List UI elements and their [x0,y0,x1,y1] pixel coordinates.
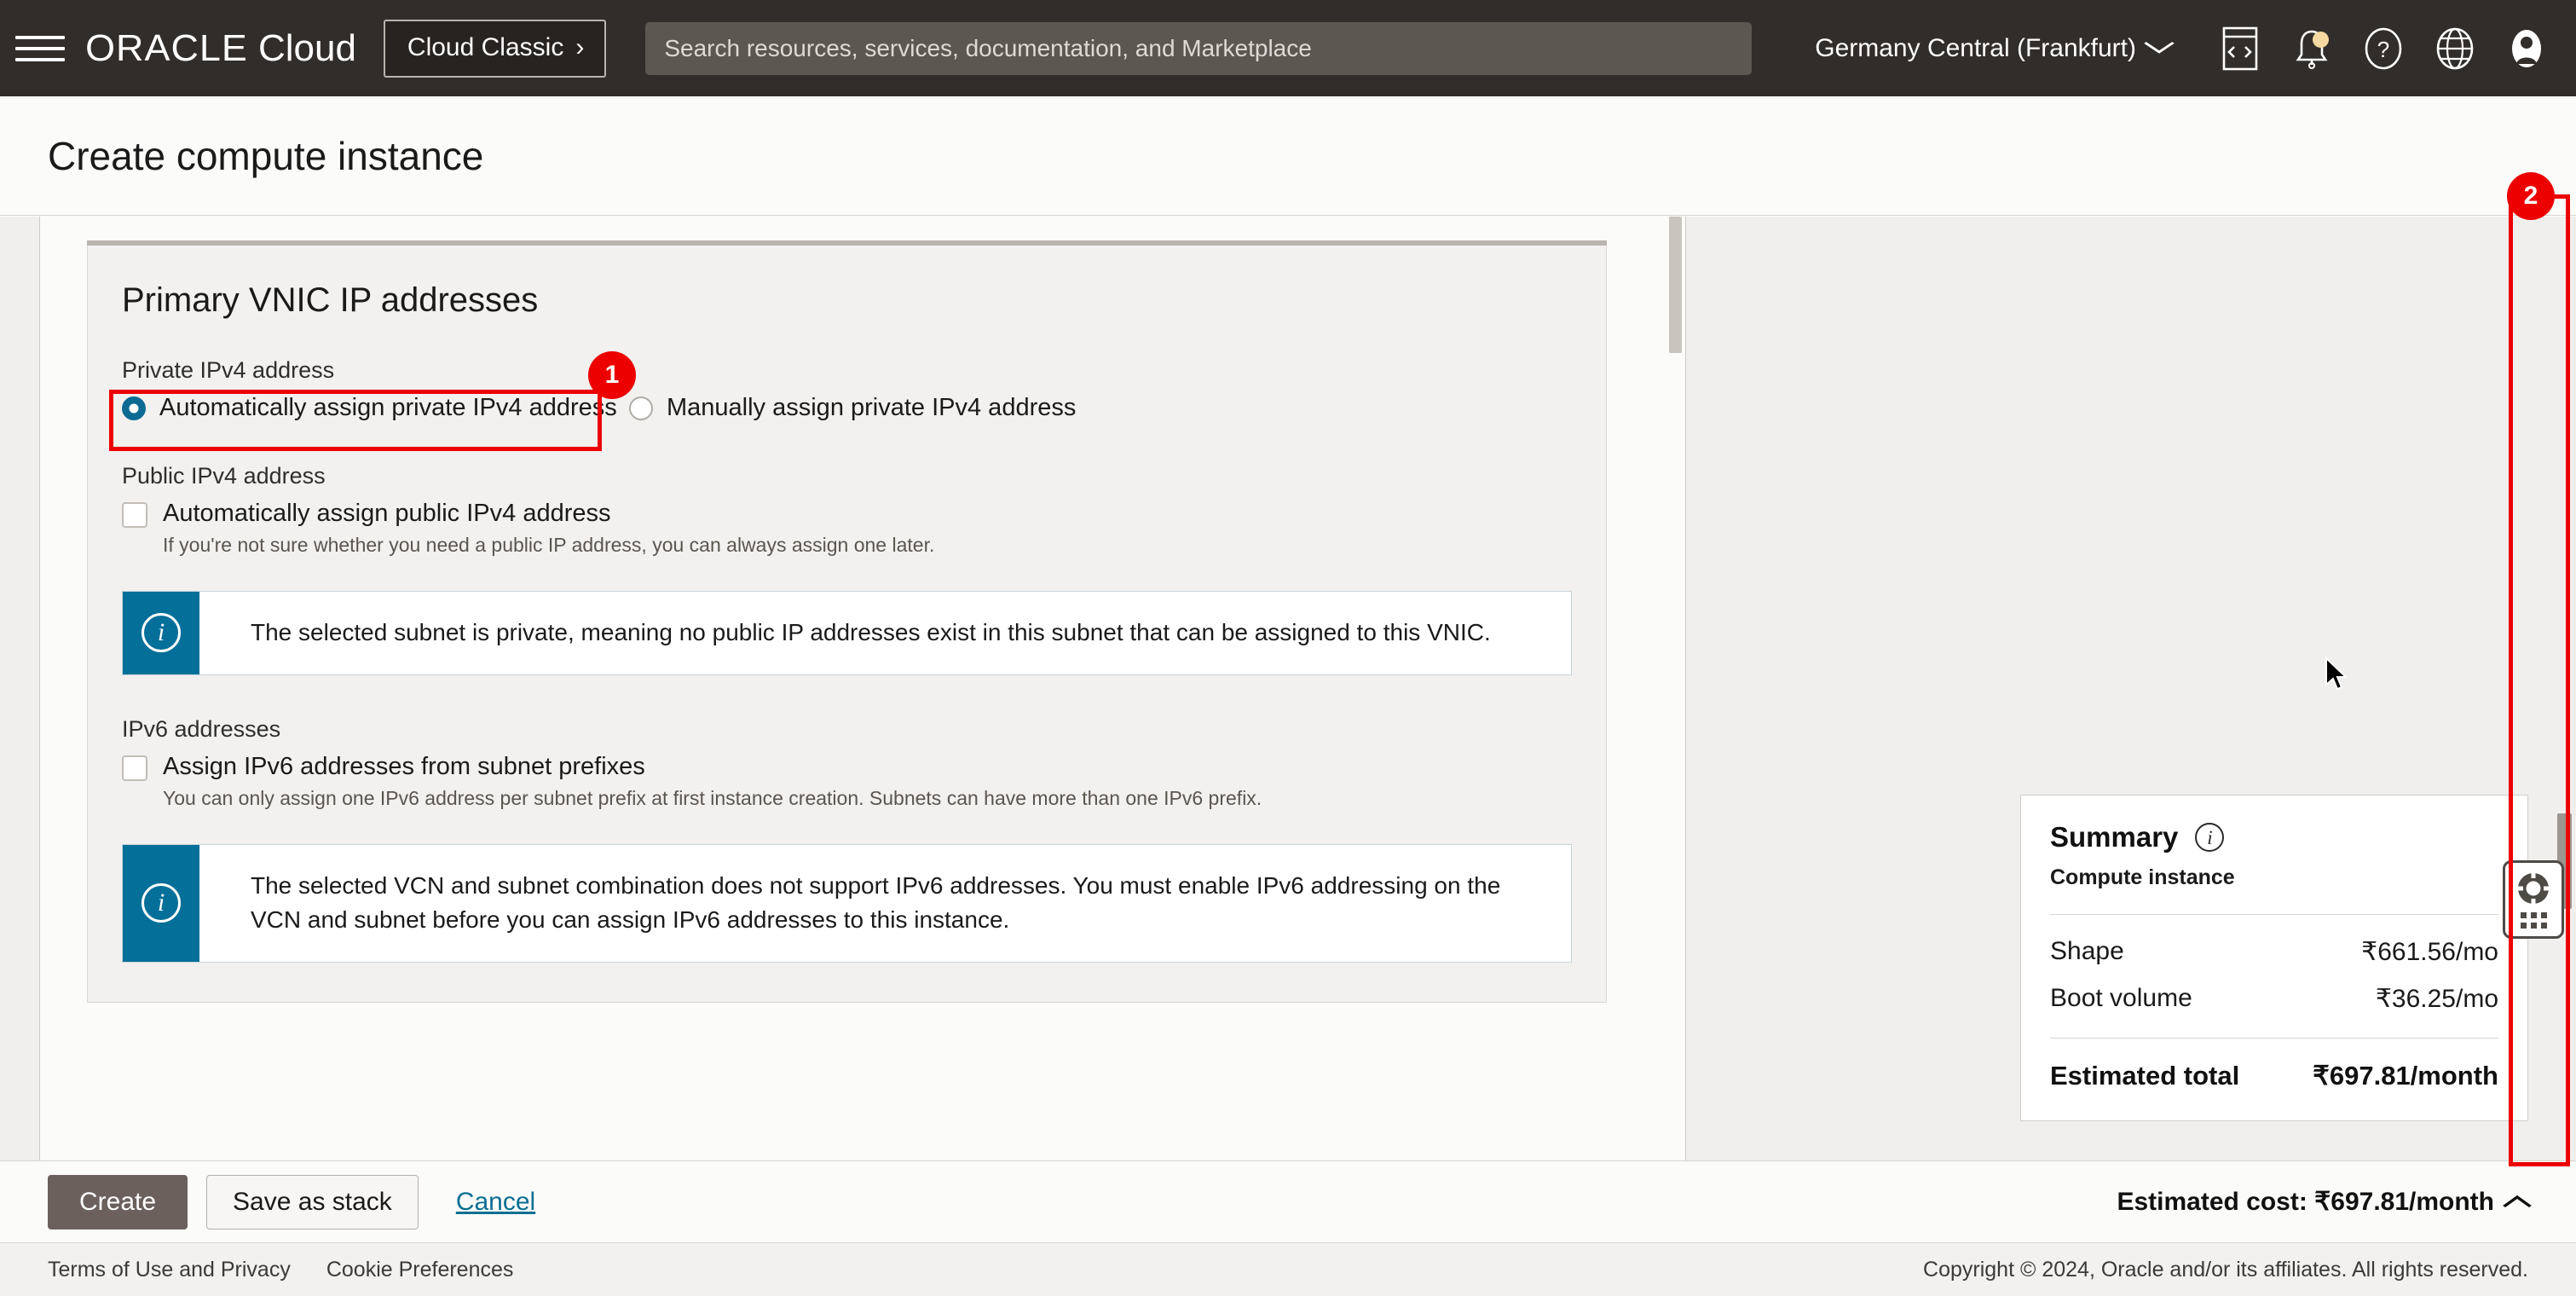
cancel-link[interactable]: Cancel [456,1188,535,1217]
private-ipv4-radio-group: Automatically assign private IPv4 addres… [122,394,1572,422]
cookie-preferences-link[interactable]: Cookie Preferences [326,1258,514,1282]
page-footer: Terms of Use and Privacy Cookie Preferen… [0,1242,2576,1296]
hamburger-menu-icon[interactable] [15,30,65,67]
save-as-stack-button[interactable]: Save as stack [206,1175,419,1229]
help-question-icon[interactable]: ? [2348,13,2419,84]
brand-cloud-text: Cloud [258,27,356,70]
form-scrollbar-thumb[interactable] [1669,217,1682,353]
summary-header: Summary i [2050,821,2498,853]
right-column: Summary i Compute instance Shape ₹661.56… [1686,217,2576,1160]
left-gutter [0,217,39,1160]
chevron-right-icon: › [575,35,584,61]
top-navigation-bar: ORACLE Cloud Cloud Classic › Germany Cen… [0,0,2576,96]
public-ipv4-hint: If you're not sure whether you need a pu… [163,534,1572,557]
assign-ipv6-checkbox[interactable]: Assign IPv6 addresses from subnet prefix… [122,753,1572,781]
search-container [645,22,1752,75]
info-circle-icon[interactable]: i [2195,823,2224,852]
user-avatar-icon[interactable] [2491,13,2562,84]
checkbox-indicator [122,502,147,528]
primary-vnic-ip-card: Primary VNIC IP addresses Private IPv4 a… [87,246,1607,1003]
checkbox-label: Assign IPv6 addresses from subnet prefix… [163,753,645,781]
chevron-up-icon [2502,1189,2533,1215]
info-banner-accent: i [123,845,199,962]
summary-panel: Summary i Compute instance Shape ₹661.56… [2020,795,2528,1121]
page-header: Create compute instance [0,96,2576,216]
public-ipv4-label: Public IPv4 address [122,463,1572,489]
terms-of-use-link[interactable]: Terms of Use and Privacy [48,1258,291,1282]
help-support-widget[interactable] [2503,860,2564,939]
ipv6-label: IPv6 addresses [122,716,1572,743]
radio-indicator-selected [122,396,146,420]
language-globe-icon[interactable] [2419,13,2491,84]
page-vertical-scrollbar[interactable] [2552,217,2576,1160]
summary-total-value: ₹697.81/month [2313,1061,2498,1091]
summary-total-row: Estimated total ₹697.81/month [2050,1061,2498,1091]
annotation-badge-1: 1 [588,351,636,399]
svg-text:?: ? [2377,37,2389,62]
public-ip-info-banner: i The selected subnet is private, meanin… [122,591,1572,675]
info-banner-accent: i [123,592,199,674]
manually-assign-private-ipv4-radio[interactable]: Manually assign private IPv4 address [629,394,1076,422]
section-title: Primary VNIC IP addresses [122,281,1572,320]
notifications-bell-icon[interactable] [2276,13,2348,84]
private-ipv4-label: Private IPv4 address [122,357,1572,384]
info-banner-text: The selected subnet is private, meaning … [199,592,1516,674]
cloud-classic-label: Cloud Classic [407,33,563,62]
cloud-shell-icon[interactable] [2204,13,2276,84]
ipv6-info-banner: i The selected VCN and subnet combinatio… [122,844,1572,963]
summary-row-value: ₹661.56/mo [2361,937,2498,967]
chevron-down-icon [2143,38,2176,60]
copyright-text: Copyright © 2024, Oracle and/or its affi… [1923,1258,2528,1282]
radio-label: Manually assign private IPv4 address [667,394,1076,422]
oracle-cloud-logo[interactable]: ORACLE Cloud [87,27,356,70]
summary-row-label: Boot volume [2050,984,2192,1014]
summary-row-label: Shape [2050,937,2124,967]
summary-title: Summary [2050,821,2178,853]
estimated-cost-toggle[interactable]: Estimated cost: ₹697.81/month [2117,1187,2528,1217]
create-button[interactable]: Create [48,1175,188,1229]
checkbox-label: Automatically assign public IPv4 address [163,500,610,528]
notification-badge-dot [2313,32,2329,48]
ipv6-hint: You can only assign one IPv6 address per… [163,787,1572,810]
summary-row-shape: Shape ₹661.56/mo [2050,937,2498,967]
summary-divider [2050,914,2498,915]
annotation-badge-2: 2 [2507,172,2555,220]
summary-row-boot-volume: Boot volume ₹36.25/mo [2050,984,2498,1014]
region-selector[interactable]: Germany Central (Frankfurt) [1815,34,2170,63]
content-region: Primary VNIC IP addresses Private IPv4 a… [0,217,2576,1160]
summary-subtitle: Compute instance [2050,865,2498,890]
drag-dots-icon [2521,912,2547,929]
radio-indicator-unselected [629,396,653,420]
checkbox-indicator [122,755,147,781]
automatically-assign-private-ipv4-radio[interactable]: Automatically assign private IPv4 addres… [122,394,629,422]
summary-total-label: Estimated total [2050,1061,2239,1091]
info-banner-text: The selected VCN and subnet combination … [199,845,1529,962]
auto-assign-public-ipv4-checkbox[interactable]: Automatically assign public IPv4 address [122,500,1572,528]
nav-right-cluster: Germany Central (Frankfurt) [1815,13,2576,84]
form-column: Primary VNIC IP addresses Private IPv4 a… [39,217,1686,1160]
action-bar: Create Save as stack Cancel Estimated co… [0,1160,2576,1242]
estimated-cost-label: Estimated cost: ₹697.81/month [2117,1187,2494,1217]
info-circle-icon: i [142,613,181,652]
region-label: Germany Central (Frankfurt) [1815,34,2136,63]
info-circle-icon: i [142,883,181,923]
radio-label: Automatically assign private IPv4 addres… [159,394,617,422]
lifebuoy-icon [2515,871,2551,906]
summary-divider [2050,1038,2498,1039]
page-title: Create compute instance [48,133,483,179]
search-input[interactable] [645,22,1752,75]
brand-oracle-text: ORACLE [85,27,248,70]
summary-row-value: ₹36.25/mo [2376,984,2498,1014]
cloud-classic-button[interactable]: Cloud Classic › [384,20,606,78]
